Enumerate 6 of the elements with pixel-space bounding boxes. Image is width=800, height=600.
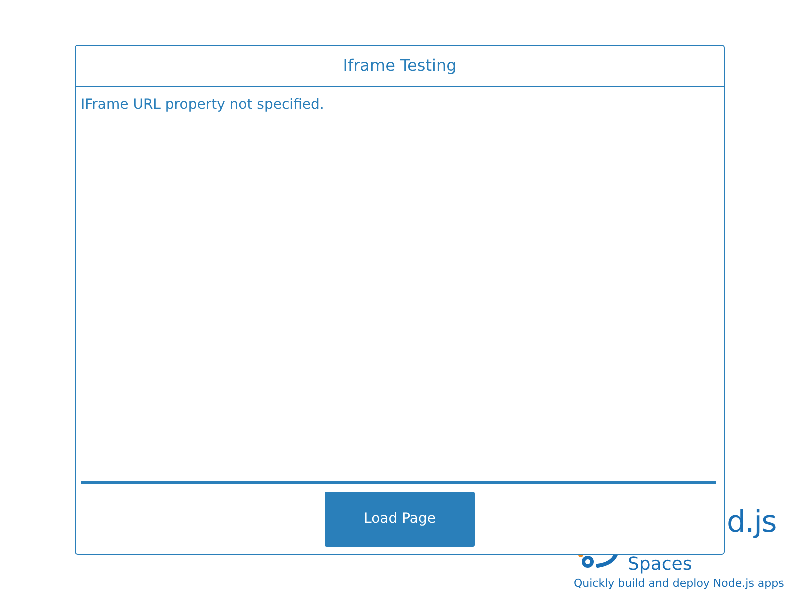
panel-title: Iframe Testing — [343, 55, 457, 77]
message-text: IFrame URL property not specified. — [81, 97, 324, 113]
logo-text: Spaces — [628, 556, 692, 574]
tagline: Quickly build and deploy Node.js apps — [574, 576, 784, 592]
load-page-button[interactable]: Load Page — [325, 492, 475, 547]
logo-text: d.js — [727, 508, 777, 538]
